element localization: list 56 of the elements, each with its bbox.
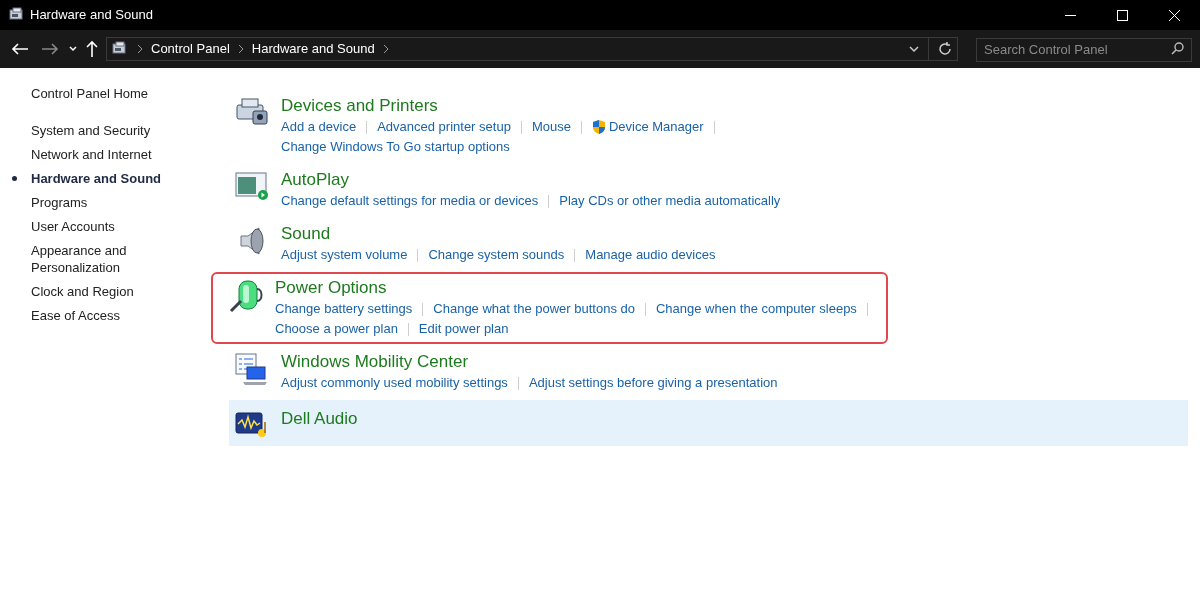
section-title-link[interactable]: Sound — [281, 223, 331, 245]
task-link[interactable]: Change Windows To Go startup options — [281, 137, 510, 157]
minimize-icon — [1064, 14, 1076, 16]
refresh-icon[interactable] — [937, 41, 953, 57]
task-link[interactable]: Change system sounds — [428, 245, 565, 265]
task-link[interactable]: Change battery settings — [275, 299, 413, 319]
control-panel-icon — [8, 7, 26, 23]
task-link[interactable]: Change what the power buttons do — [433, 299, 635, 319]
task-link[interactable]: Manage audio devices — [585, 245, 716, 265]
section-title-link[interactable]: Power Options — [275, 277, 387, 299]
section-title-link[interactable]: AutoPlay — [281, 169, 350, 191]
back-arrow-icon[interactable] — [10, 41, 30, 57]
up-arrow-icon[interactable] — [84, 40, 100, 58]
search-field[interactable]: Search Control Panel — [976, 37, 1192, 62]
task-link[interactable]: Advanced printer setup — [377, 117, 511, 137]
autoplay-window-icon — [235, 171, 269, 201]
sidebar-item[interactable]: Network and Internet — [31, 145, 171, 163]
task-link[interactable]: Choose a power plan — [275, 319, 398, 339]
task-link[interactable]: Change when the computer sleeps — [655, 299, 857, 319]
task-link[interactable]: Adjust settings before giving a presentation — [528, 373, 778, 393]
printer-icon — [235, 97, 269, 127]
sidebar-item[interactable]: System and Security — [31, 121, 171, 139]
search-icon — [1171, 42, 1184, 55]
chevron-right-icon — [137, 44, 143, 54]
task-link[interactable]: Play CDs or other media automatically — [559, 191, 781, 211]
breadcrumb-item[interactable]: Hardware and Sound — [251, 39, 375, 59]
task-link[interactable]: Adjust commonly used mobility settings — [281, 373, 508, 393]
laptop-checklist-icon — [235, 353, 269, 387]
sidebar-item[interactable]: Clock and Region — [31, 282, 171, 300]
window-title: Hardware and Sound — [30, 6, 153, 25]
audio-wave-icon — [235, 410, 269, 438]
section-title-link[interactable]: Windows Mobility Center — [281, 351, 469, 373]
section-title-link[interactable]: Devices and Printers — [281, 95, 438, 117]
sidebar-item[interactable]: Ease of Access — [31, 306, 171, 324]
battery-plug-icon — [229, 279, 263, 313]
control-panel-icon — [111, 41, 129, 57]
task-link[interactable]: Mouse — [531, 117, 571, 137]
task-link[interactable]: Device Manager — [608, 117, 704, 137]
chevron-down-icon[interactable] — [908, 45, 920, 53]
sidebar-item[interactable]: User Accounts — [31, 217, 171, 235]
task-link[interactable]: Edit power plan — [418, 319, 509, 339]
sidebar-home-link[interactable]: Control Panel Home — [31, 84, 149, 104]
chevron-right-icon — [237, 44, 244, 54]
task-link[interactable]: Change default settings for media or devices — [281, 191, 539, 211]
maximize-icon — [1116, 9, 1128, 21]
task-link[interactable]: Add a device — [281, 117, 357, 137]
sidebar-item[interactable]: Programs — [31, 193, 171, 211]
sidebar-item[interactable]: Hardware and Sound — [31, 169, 171, 187]
task-link[interactable]: Adjust system volume — [281, 245, 408, 265]
address-bar[interactable]: Control Panel Hardware and Sound — [106, 37, 958, 61]
breadcrumb-item[interactable]: Control Panel — [151, 39, 230, 59]
close-icon — [1168, 9, 1180, 21]
section-title-link[interactable]: Dell Audio — [281, 408, 358, 430]
chevron-right-icon — [382, 44, 389, 54]
sidebar-item[interactable]: Appearance and Personalization — [31, 241, 171, 276]
forward-arrow-icon[interactable] — [40, 41, 60, 57]
